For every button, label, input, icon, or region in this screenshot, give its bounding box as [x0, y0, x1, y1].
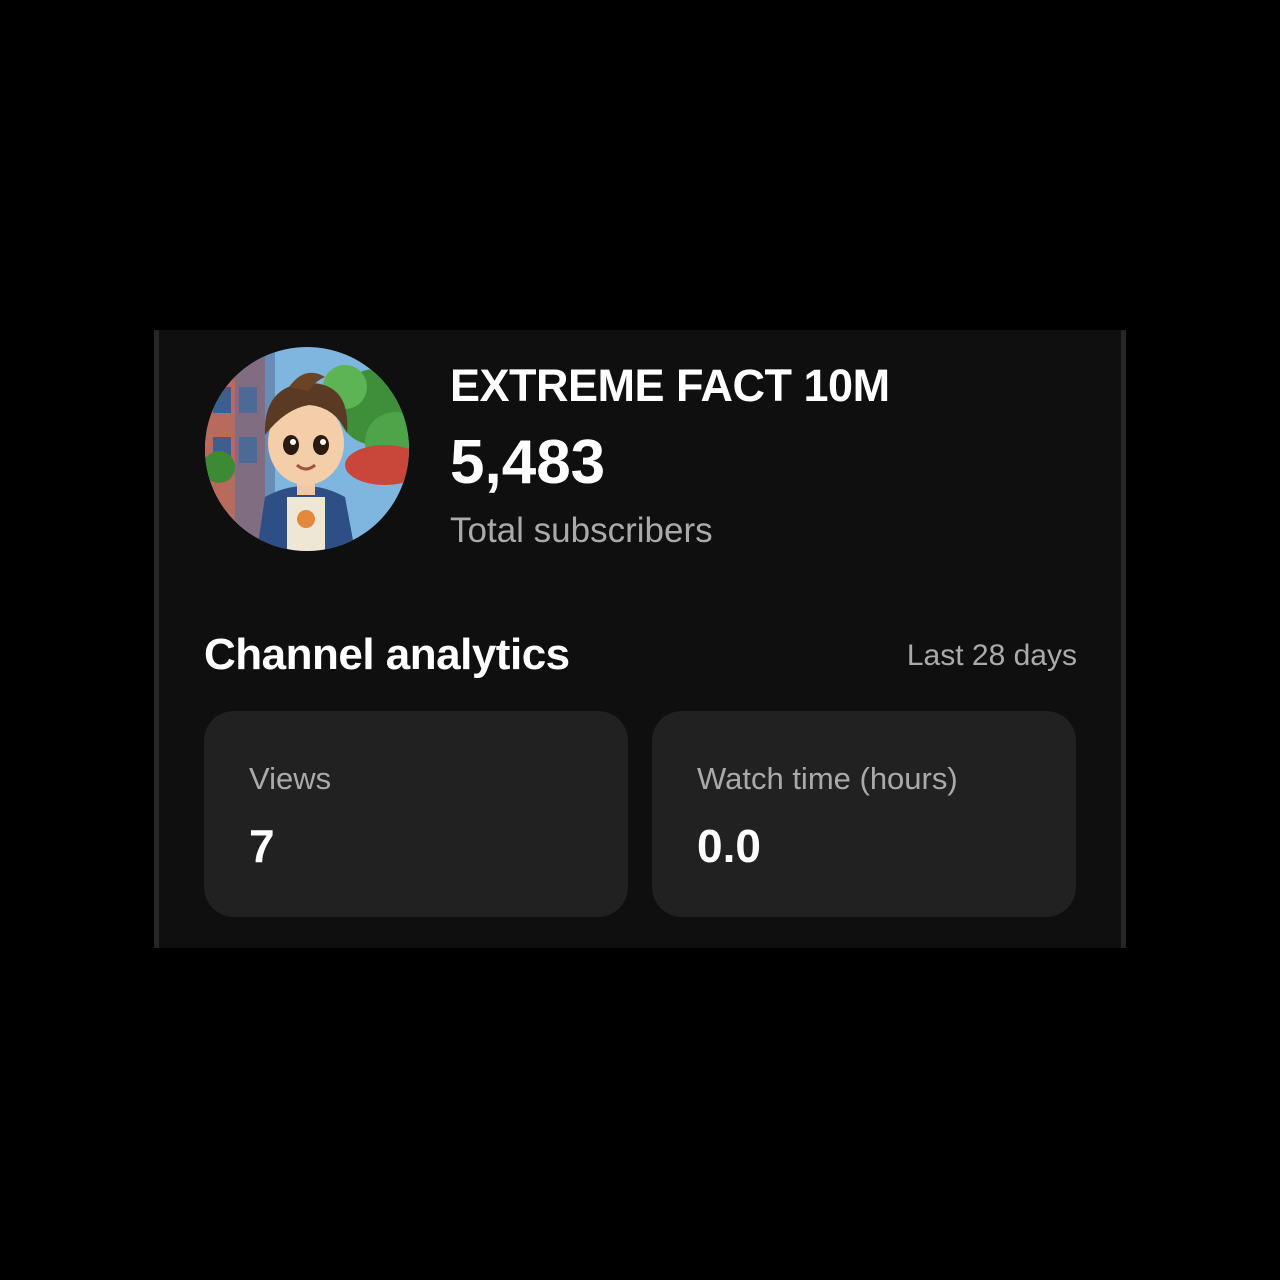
views-value: 7 — [249, 820, 275, 872]
analytics-period: Last 28 days — [906, 639, 1077, 672]
analytics-section-title: Channel analytics — [204, 630, 570, 679]
channel-summary-card: EXTREME FACT 10M 5,483 Total subscribers… — [154, 330, 1126, 948]
subscriber-count: 5,483 — [450, 428, 606, 497]
channel-avatar[interactable] — [205, 347, 409, 551]
views-metric-card[interactable]: Views 7 — [204, 711, 628, 917]
watch-time-metric-card[interactable]: Watch time (hours) 0.0 — [652, 711, 1076, 917]
channel-name[interactable]: EXTREME FACT 10M — [450, 360, 890, 412]
views-label: Views — [249, 761, 332, 796]
subscriber-label: Total subscribers — [450, 511, 713, 550]
watch-time-value: 0.0 — [697, 820, 761, 872]
avatar-illustration — [205, 347, 409, 551]
watch-time-label: Watch time (hours) — [697, 761, 958, 796]
